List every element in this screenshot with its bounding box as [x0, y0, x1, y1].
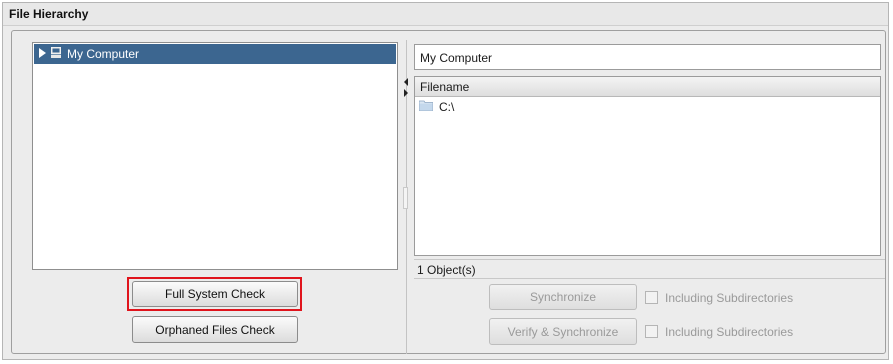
path-field: My Computer: [414, 44, 881, 70]
panel-title: File Hierarchy: [9, 7, 89, 21]
orphaned-files-check-button[interactable]: Orphaned Files Check: [132, 316, 298, 343]
tree-panel[interactable]: My Computer: [32, 42, 398, 270]
path-text: My Computer: [420, 51, 493, 65]
computer-icon: [51, 47, 61, 58]
verify-synchronize-button[interactable]: Verify & Synchronize: [489, 318, 637, 345]
tree-item-label: My Computer: [67, 47, 140, 61]
folder-icon: [419, 100, 433, 111]
tree-item-my-computer[interactable]: My Computer: [34, 44, 396, 64]
file-name: C:\: [439, 100, 455, 114]
column-header-label: Filename: [420, 80, 470, 94]
include-subdirectories-checkbox-2[interactable]: [645, 325, 658, 338]
expand-arrow-icon[interactable]: [39, 48, 46, 58]
title-bar: File Hierarchy: [3, 3, 888, 26]
synchronize-button[interactable]: Synchronize: [489, 284, 637, 310]
file-list[interactable]: Filename C:\: [414, 76, 881, 256]
include-subdirectories-label-2: Including Subdirectories: [665, 325, 794, 339]
highlight-box: [127, 277, 302, 311]
list-item[interactable]: C:\: [415, 98, 880, 116]
collapse-right-icon[interactable]: [404, 89, 408, 97]
splitter-grip[interactable]: [403, 187, 408, 209]
object-count: 1 Object(s): [417, 263, 476, 277]
panel-splitter[interactable]: [402, 40, 410, 354]
collapse-left-icon[interactable]: [404, 78, 408, 86]
include-subdirectories-label-1: Including Subdirectories: [665, 291, 794, 305]
include-subdirectories-checkbox-1[interactable]: [645, 291, 658, 304]
filename-column-header[interactable]: Filename: [415, 77, 880, 97]
status-bar: 1 Object(s): [414, 259, 885, 279]
